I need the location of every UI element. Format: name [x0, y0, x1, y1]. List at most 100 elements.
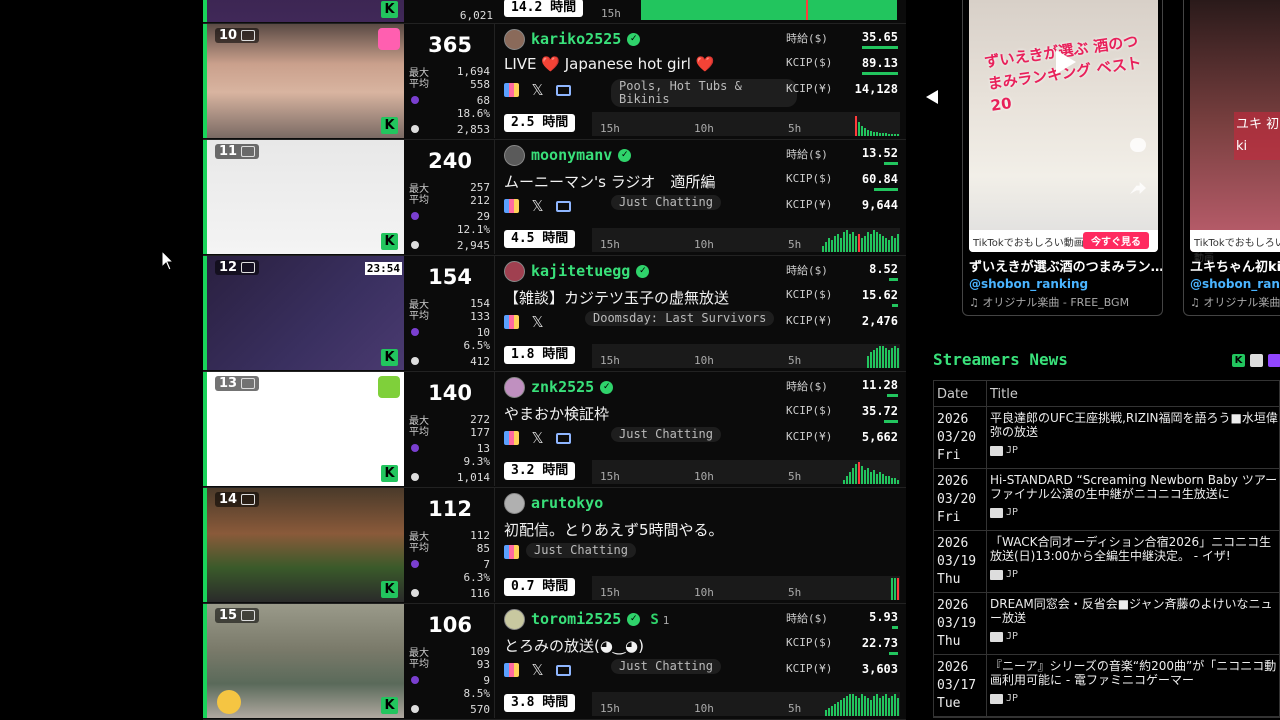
avatar[interactable]: [504, 261, 525, 282]
streamer-name-link[interactable]: kariko2525 ✓: [531, 30, 641, 48]
video-icon[interactable]: [556, 84, 571, 96]
news-row[interactable]: 2026 03/17 Tue 『ニーア』シリーズの音楽“約200曲”が「ニコニコ動画…: [934, 655, 1279, 717]
stats-icon[interactable]: [504, 199, 519, 213]
streamer-name[interactable]: kajitetuegg: [531, 262, 630, 280]
avatar[interactable]: [504, 609, 525, 630]
stream-title[interactable]: LIVE ❤️ Japanese hot girl ❤️: [504, 55, 714, 73]
streamer-name-link[interactable]: toromi2525 ✓ S 1: [531, 610, 669, 628]
stream-title[interactable]: 初配信。とりあえず5時間やる。: [504, 519, 724, 540]
x-icon[interactable]: 𝕏: [530, 661, 545, 679]
category-tag[interactable]: Pools, Hot Tubs & Bikinis: [611, 79, 797, 107]
tiktok-card[interactable]: ユキ 初ki TikTokでおもしろい動画 ユキちゃん初ki… @shobon_…: [1183, 0, 1280, 316]
streamer-name[interactable]: toromi2525: [531, 610, 621, 628]
graph-bar: [897, 234, 899, 252]
stream-thumbnail[interactable]: 10 K: [203, 24, 404, 138]
streamer-name-link[interactable]: znk2525 ✓: [531, 378, 614, 396]
stream-thumbnail[interactable]: 11 K: [203, 140, 404, 254]
stream-timeline: 15h 10h 5h: [592, 112, 900, 136]
video-icon[interactable]: [556, 200, 571, 212]
column-divider: [986, 381, 987, 406]
viewer-count: 365: [428, 33, 472, 57]
streamer-name[interactable]: kariko2525: [531, 30, 621, 48]
graph-bar: [855, 116, 857, 136]
streamer-row[interactable]: 14 K 112 最大 平均 112 85 7 6.3% 116 arutoky…: [203, 488, 906, 604]
category-tag[interactable]: Just Chatting: [611, 427, 721, 442]
play-icon[interactable]: [1056, 50, 1076, 74]
stream-title[interactable]: とろみの放送(◕‿◕): [504, 635, 644, 656]
follower-icon: [411, 212, 419, 220]
streamer-row[interactable]: 10 K 365 最大 平均 1,694 558 68 18.6% 2,853 …: [203, 24, 906, 140]
streamer-name-link[interactable]: arutokyo: [531, 494, 603, 512]
video-icon[interactable]: [556, 432, 571, 444]
tiktok-user-link[interactable]: @shobon_ranking: [969, 277, 1088, 291]
share-icon[interactable]: [1130, 182, 1146, 194]
category-tag[interactable]: Just Chatting: [611, 659, 721, 674]
streamer-name-link[interactable]: moonymanv ✓: [531, 146, 632, 164]
news-title-link[interactable]: 『ニーア』シリーズの音楽“約200曲”が「ニコニコ動画利用可能に - 電ファミニ…: [990, 659, 1280, 687]
streamer-row[interactable]: 15 K 106 最大 平均 109 93 9 8.5% 570 toromi2…: [203, 604, 906, 720]
streamer-name[interactable]: moonymanv: [531, 146, 612, 164]
tiktok-card[interactable]: ずいえきが選ぶ 酒のつまみランキング ベスト20 TikTokでおもしろい動画 …: [962, 0, 1163, 316]
graph-bar: [897, 480, 899, 484]
streamer-name-link[interactable]: kajitetuegg ✓: [531, 262, 650, 280]
category-tag[interactable]: Doomsday: Last Survivors: [585, 311, 775, 326]
avatar[interactable]: [504, 493, 525, 514]
comment-icon[interactable]: [1130, 138, 1146, 152]
chat-count: 1,014: [456, 471, 490, 484]
stats-icon[interactable]: [504, 545, 519, 559]
watch-now-button[interactable]: 今すぐ見る: [1083, 232, 1149, 249]
chat-count: 2,853: [456, 123, 490, 136]
stream-title[interactable]: ムーニーマン's ラジオ 適所編: [504, 171, 715, 192]
x-icon[interactable]: 𝕏: [530, 197, 545, 215]
graph-bar: [879, 698, 881, 716]
x-icon[interactable]: 𝕏: [530, 313, 545, 331]
streamer-name[interactable]: arutokyo: [531, 494, 603, 512]
carousel-prev-icon[interactable]: [926, 90, 938, 104]
news-weekday: Tue: [937, 696, 961, 711]
stats-icon[interactable]: [504, 83, 519, 97]
category-tag[interactable]: Just Chatting: [526, 543, 636, 558]
streamer-name[interactable]: znk2525: [531, 378, 594, 396]
category-tag[interactable]: Just Chatting: [611, 195, 721, 210]
follower-count: 29: [476, 210, 490, 223]
stream-thumbnail[interactable]: 14 K: [203, 488, 404, 602]
stats-icon[interactable]: [504, 431, 519, 445]
news-row[interactable]: 2026 03/19 Thu 「WACK合同オーディション合宿2026」ニコニコ生放…: [934, 531, 1279, 593]
tiktok-title[interactable]: ずいえきが選ぶ酒のつまみラン…: [969, 256, 1162, 275]
avatar[interactable]: [504, 377, 525, 398]
avatar[interactable]: [504, 145, 525, 166]
tiktok-video[interactable]: ユキ 初ki: [1190, 0, 1280, 252]
kcip-usd-value: 60.84: [861, 172, 898, 186]
tiktok-video[interactable]: ずいえきが選ぶ 酒のつまみランキング ベスト20: [969, 0, 1158, 252]
twitch-icon[interactable]: [1268, 354, 1280, 367]
stats-icon[interactable]: [504, 663, 519, 677]
avatar[interactable]: [504, 29, 525, 50]
news-row[interactable]: 2026 03/20 Fri Hi-STANDARD “Screaming Newb…: [934, 469, 1279, 531]
kick-icon[interactable]: K: [1232, 354, 1245, 367]
news-title-link[interactable]: 「WACK合同オーディション合宿2026」ニコニコ生放送(日)13:00から全編…: [990, 535, 1280, 563]
stream-thumbnail[interactable]: 12 23:54 K: [203, 256, 404, 370]
news-weekday: Thu: [937, 634, 961, 649]
stream-thumbnail[interactable]: 15 K: [203, 604, 404, 718]
tiktok-title[interactable]: ユキちゃん初ki…: [1190, 256, 1280, 275]
stats-icon[interactable]: [504, 315, 519, 329]
stream-title[interactable]: やまおか検証枠: [504, 403, 609, 424]
kcip-jpy-value: 2,476: [861, 314, 898, 328]
news-row[interactable]: 2026 03/20 Fri 平良達郎のUFC王座挑戦,RIZIN福岡を語ろう■水垣…: [934, 407, 1279, 469]
video-icon[interactable]: [556, 664, 571, 676]
news-title-link[interactable]: 平良達郎のUFC王座挑戦,RIZIN福岡を語ろう■水垣偉弥の放送: [990, 411, 1280, 439]
verified-icon: ✓: [627, 33, 641, 46]
x-icon[interactable]: 𝕏: [530, 81, 545, 99]
news-row[interactable]: 2026 03/19 Thu DREAM同窓会・反省会■ジャン斉藤のよけいなニュー放…: [934, 593, 1279, 655]
news-title-link[interactable]: Hi-STANDARD “Screaming Newborn Baby ツアーフ…: [990, 473, 1280, 501]
graph-bar: [852, 468, 854, 484]
stream-thumbnail[interactable]: 13 K: [203, 372, 404, 486]
streamer-row[interactable]: 13 K 140 最大 平均 272 177 13 9.3% 1,014 znk…: [203, 372, 906, 488]
stream-title[interactable]: 【雑談】カジテツ玉子の虚無放送: [504, 287, 729, 308]
niconico-icon[interactable]: [1250, 354, 1263, 367]
news-title-link[interactable]: DREAM同窓会・反省会■ジャン斉藤のよけいなニュー放送: [990, 597, 1280, 625]
streamer-row[interactable]: 11 K 240 最大 平均 257 212 29 12.1% 2,945 mo…: [203, 140, 906, 256]
tiktok-user-link[interactable]: @shobon_rank: [1190, 277, 1280, 291]
streamer-row[interactable]: 12 23:54 K 154 最大 平均 154 133 10 6.5% 412…: [203, 256, 906, 372]
x-icon[interactable]: 𝕏: [530, 429, 545, 447]
